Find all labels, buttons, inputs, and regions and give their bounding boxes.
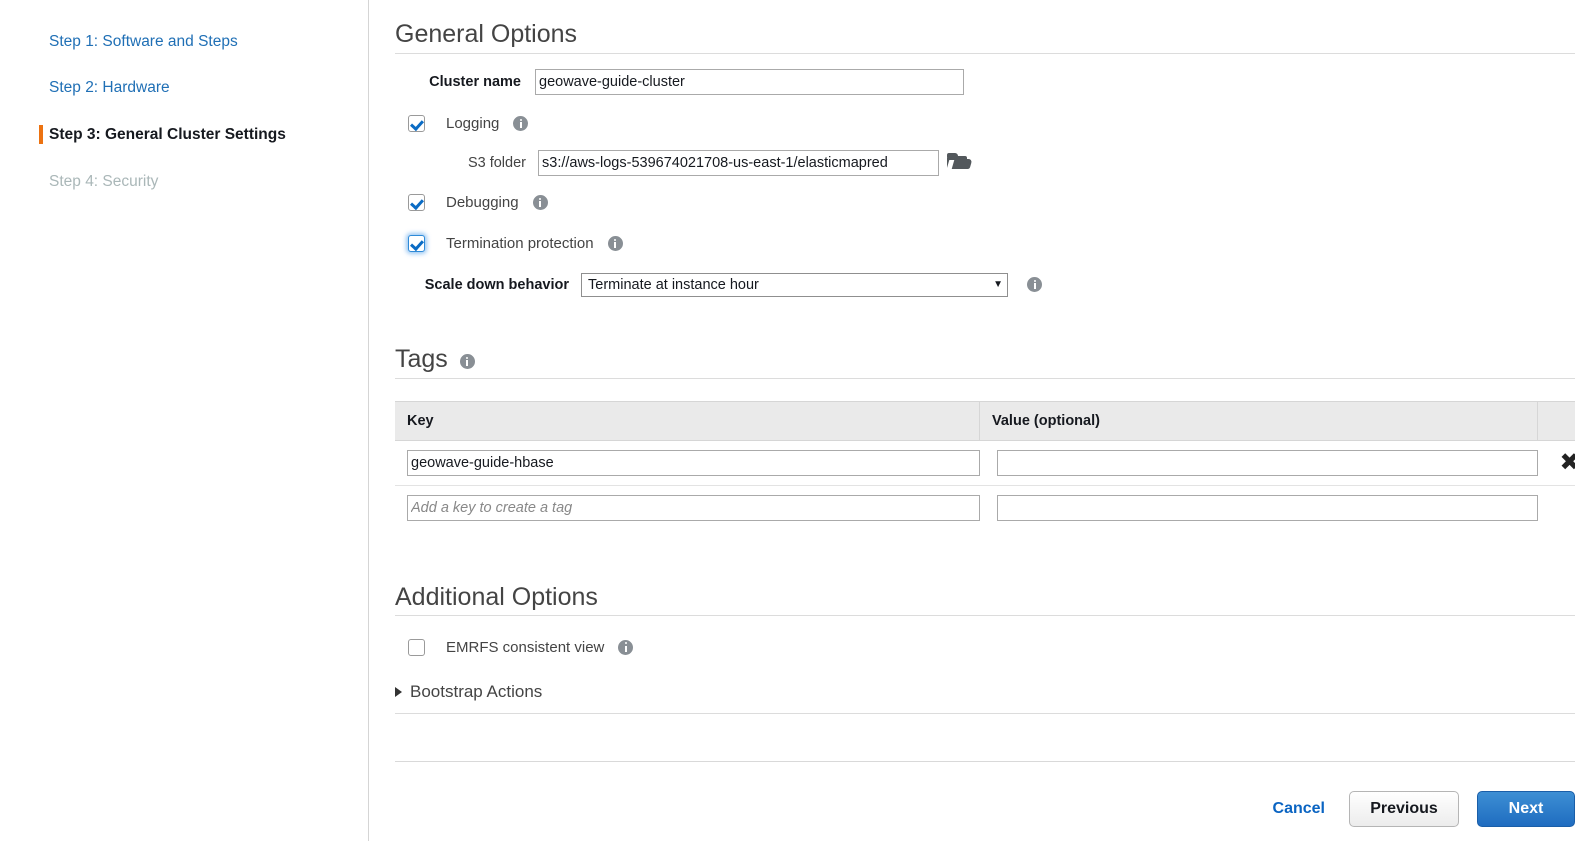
termination-protection-info-icon[interactable] (607, 236, 623, 252)
new-tag-key-cell (395, 485, 980, 530)
logging-row: Logging (395, 109, 1575, 139)
tag-key-input[interactable] (407, 449, 980, 476)
additional-options-heading: Additional Options (395, 583, 1575, 616)
scale-down-behavior-row: Scale down behavior Terminate at instanc… (395, 270, 1575, 300)
s3-folder-input[interactable] (538, 149, 939, 176)
emrfs-consistent-view-checkbox[interactable] (408, 638, 425, 656)
debugging-checkbox[interactable] (408, 194, 425, 212)
sidebar-item-step-3: Step 3: General Cluster Settings (0, 125, 368, 144)
chevron-right-icon (395, 687, 402, 698)
tag-value-input[interactable] (996, 449, 1538, 476)
s3-folder-label: S3 folder (467, 154, 526, 171)
tags-column-key: Key (395, 400, 980, 441)
tags-table-header-row: Key Value (optional) (395, 400, 1575, 441)
new-tag-actions-cell (1538, 485, 1575, 530)
wizard-content: General Options Cluster name Logging S3 … (369, 0, 1575, 841)
previous-button[interactable]: Previous (1349, 791, 1459, 828)
tags-column-value: Value (optional) (979, 400, 1538, 441)
scale-down-behavior-select[interactable]: Terminate at instance hour ▼ (581, 272, 1008, 297)
tag-key-cell (395, 440, 980, 486)
sidebar-item-label: Step 4: Security (49, 172, 159, 190)
footer-actions: Cancel Previous Next (395, 791, 1575, 828)
tag-value-cell (979, 440, 1538, 486)
sidebar-item-label: Step 3: General Cluster Settings (49, 126, 286, 143)
emrfs-consistent-view-info-icon[interactable] (618, 639, 634, 655)
tags-heading: Tags (395, 345, 1575, 378)
folder-open-icon[interactable] (946, 153, 973, 172)
debugging-label: Debugging (446, 194, 519, 212)
new-tag-value-cell (980, 485, 1538, 530)
scale-down-behavior-value: Terminate at instance hour (588, 276, 759, 293)
s3-folder-row: S3 folder (395, 148, 1575, 178)
tags-title: Tags (395, 344, 448, 373)
emrfs-row: EMRFS consistent view (395, 632, 1575, 662)
sidebar-item-step-2[interactable]: Step 2: Hardware (0, 78, 368, 96)
logging-info-icon[interactable] (513, 116, 529, 132)
logging-label: Logging (446, 115, 500, 133)
tag-actions-cell: ✖ (1537, 440, 1575, 486)
general-options-divider (395, 52, 1575, 54)
debugging-row: Debugging (395, 188, 1575, 218)
scale-down-behavior-label: Scale down behavior (424, 276, 569, 293)
sidebar-item-label: Step 2: Hardware (49, 78, 170, 96)
emrfs-consistent-view-label: EMRFS consistent view (446, 638, 605, 656)
table-row: ✖ (395, 440, 1575, 486)
logging-checkbox[interactable] (408, 115, 425, 133)
bootstrap-actions-disclosure[interactable]: Bootstrap Actions (395, 682, 1575, 702)
debugging-info-icon[interactable] (532, 195, 548, 211)
cluster-name-input[interactable] (535, 68, 964, 95)
new-tag-key-input[interactable] (407, 494, 980, 521)
termination-protection-row: Termination protection (395, 229, 1575, 259)
wizard-page: Step 1: Software and Steps Step 2: Hardw… (0, 0, 1575, 841)
tags-info-icon[interactable] (459, 354, 475, 370)
cancel-button[interactable]: Cancel (1267, 800, 1331, 818)
termination-protection-checkbox[interactable] (408, 235, 425, 253)
general-options-heading: General Options (395, 20, 1575, 53)
chevron-down-icon: ▼ (993, 278, 1003, 290)
additional-options-divider (395, 615, 1575, 617)
termination-protection-label: Termination protection (446, 235, 594, 253)
sidebar-item-step-4: Step 4: Security (0, 172, 368, 190)
tags-column-actions (1537, 400, 1575, 441)
new-tag-value-input[interactable] (996, 494, 1538, 521)
cluster-name-label: Cluster name (429, 73, 521, 90)
next-button[interactable]: Next (1477, 791, 1575, 828)
general-options-title: General Options (395, 20, 578, 48)
cluster-name-row: Cluster name (395, 67, 1575, 97)
additional-options-title: Additional Options (395, 582, 598, 611)
wizard-steps-sidebar: Step 1: Software and Steps Step 2: Hardw… (0, 0, 369, 841)
sidebar-item-label: Step 1: Software and Steps (49, 33, 238, 50)
close-icon[interactable]: ✖ (1560, 448, 1575, 476)
scale-down-behavior-info-icon[interactable] (1027, 277, 1042, 293)
tags-table: Key Value (optional) ✖ (395, 400, 1575, 530)
sidebar-item-step-1[interactable]: Step 1: Software and Steps (0, 34, 368, 50)
bootstrap-actions-label: Bootstrap Actions (410, 682, 543, 702)
table-row (395, 485, 1575, 530)
